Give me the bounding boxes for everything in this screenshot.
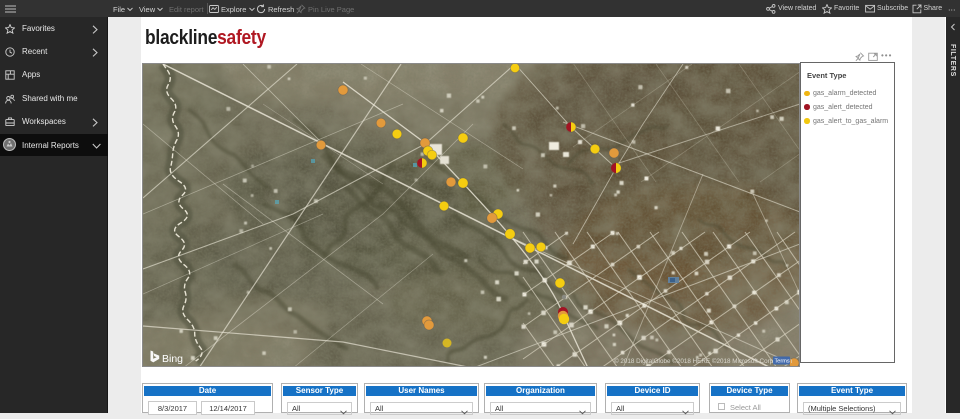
svg-text:Bing: Bing [162,353,183,365]
svg-text:© 2018 DigitalGlobe ©2018 HERE: © 2018 DigitalGlobe ©2018 HERE ©2018 Mic… [614,357,793,365]
svg-text:Terms: Terms [775,359,790,365]
